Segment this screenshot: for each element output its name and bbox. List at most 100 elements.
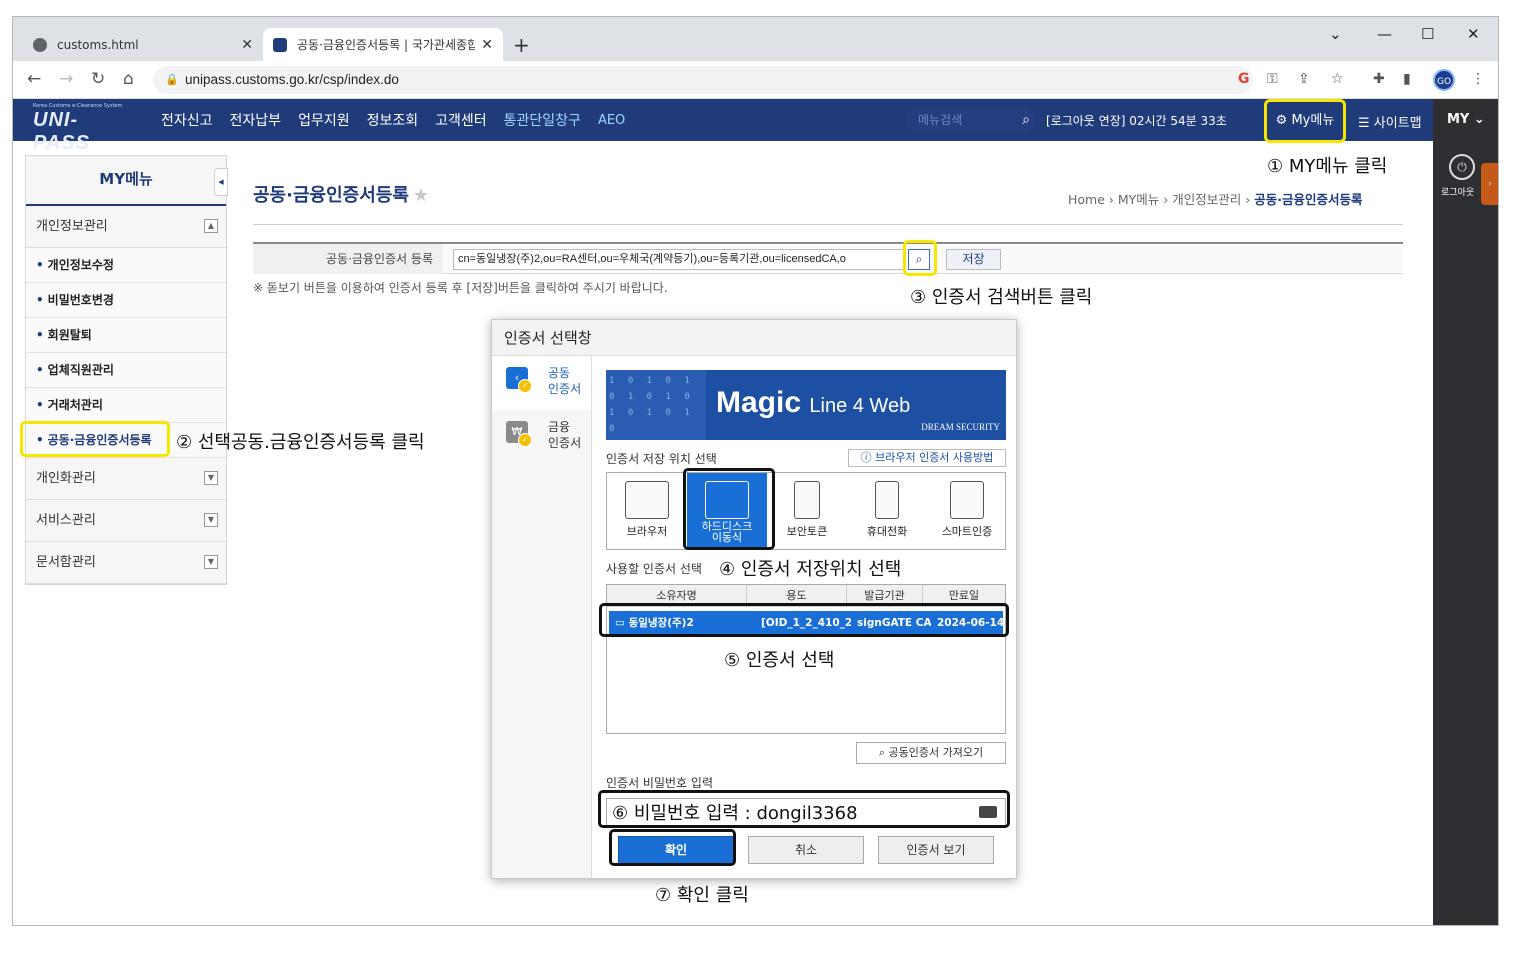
right-rail: MY ⌄ ⏻ 로그아웃 › [1433,99,1498,925]
cert-type-sidebar: ‹ ✓ 공동 인증서 ₩ ✓ 금융 인증서 [492,356,592,878]
search-icon: ⌕ [878,746,886,759]
search-icon[interactable]: ⌕ [1022,108,1030,132]
highlight-cert-row [599,603,1009,637]
smart-cert-icon [950,481,984,519]
loc-phone[interactable]: 휴대전화 [847,473,927,549]
url-field[interactable]: 🔒 unipass.customs.go.kr/csp/index.do [153,66,1253,94]
new-tab-icon[interactable]: + [513,33,530,57]
globe-icon [33,37,47,52]
submenu-item[interactable]: • 업체직원관리 [26,353,226,388]
left-menu-title: MY메뉴 [26,156,226,206]
menu-item[interactable]: 전자납부 [230,110,282,130]
extensions-icon[interactable]: ✚ [1373,71,1385,87]
save-button[interactable]: 저장 [946,249,1001,270]
key-icon[interactable]: ⚿ [1267,71,1278,87]
won-cert-icon: ₩ ✓ [506,421,532,447]
help-icon: ⓘ [860,451,872,464]
star-icon[interactable]: ☆ [1331,71,1344,87]
site-nav: Korea Customs e-Clearance System UNI-PAS… [13,99,1433,154]
main-menu: 전자신고 전자납부 업무지원 정보조회 고객센터 통관단일창구 AEO [161,99,625,141]
menu-item[interactable]: 정보조회 [367,110,419,130]
cert-dn-field[interactable]: cn=동일냉장(주)2,ou=RA센터,ou=우체국(계약등기),ou=등록기관… [453,249,905,270]
sitemap-button[interactable]: ☰ 사이트맵 [1358,112,1422,131]
forward-icon[interactable]: → [59,69,73,89]
cert-list-label: 사용할 인증서 선택 [606,562,702,576]
loc-browser[interactable]: 브라우저 [607,473,687,549]
annotation-1: ① MY메뉴 클릭 [1267,156,1388,177]
menu-item[interactable]: 업무지원 [298,110,350,130]
menu-group[interactable]: 개인화관리 ▼ [26,458,226,500]
import-cert-button[interactable]: ⌕ 공동인증서 가져오기 [856,742,1006,764]
annotation-4: ④ 인증서 저장위치 선택 [719,559,902,580]
annotation-6: ⑥ 비밀번호 입력 : dongil3368 [612,803,858,824]
view-cert-button[interactable]: 인증서 보기 [878,836,994,864]
back-icon[interactable]: ← [27,69,41,89]
password-label: 인증서 비밀번호 입력 [606,776,713,790]
sidepanel-icon[interactable]: ▮ [1403,71,1411,87]
rail-expand-tab[interactable]: › [1481,163,1498,205]
annotation-7: ⑦ 확인 클릭 [655,885,749,906]
submenu-item[interactable]: • 회원탈퇴 [26,318,226,353]
side-financial-cert[interactable]: ₩ ✓ 금융 인증서 [492,410,591,464]
side-joint-cert[interactable]: ‹ ✓ 공동 인증서 [492,356,591,410]
tab-search-icon[interactable]: ⌄ [1329,25,1342,43]
share-icon[interactable]: ⇪ [1298,71,1310,87]
submenu-item[interactable]: • 비밀번호변경 [26,283,226,318]
expand-icon: ▼ [204,471,218,485]
tab-unipass[interactable]: 공동·금융인증서등록 | 국가관세종합정보망 ✕ [263,28,503,61]
annotation-2: ② 선택공동.금융인증서등록 클릭 [176,432,425,453]
location-label: 인증서 저장 위치 선택 [606,452,717,466]
hamburger-icon: ☰ [1358,116,1370,131]
annotation-5: ⑤ 인증서 선택 [724,650,835,671]
logout-label[interactable]: 로그아웃 [1441,185,1474,198]
home-icon[interactable]: ⌂ [123,69,134,89]
logout-timer[interactable]: [로그아웃 연장] 02시간 54분 33초 [1046,112,1227,129]
menu-group-personal[interactable]: 개인정보관리 ▲ [26,206,226,248]
reload-icon[interactable]: ↻ [91,69,105,89]
banner-pattern: 1 0 1 0 1 0 1 0 1 0 1 0 1 0 1 0 [606,370,706,440]
browser-window-icon [625,481,669,519]
menu-group[interactable]: 서비스관리 ▼ [26,500,226,542]
left-menu: MY메뉴 ◀ 개인정보관리 ▲ • 개인정보수정 • 비밀번호변경 • 회원탈퇴 • 업… [25,155,228,585]
power-icon[interactable]: ⏻ [1449,154,1475,180]
close-tab-icon[interactable]: ✕ [481,37,493,53]
expand-icon: ▼ [204,555,218,569]
menu-item[interactable]: AEO [598,113,625,128]
menu-item[interactable]: 고객센터 [435,110,487,130]
tab-customs[interactable]: customs.html ✕ [23,28,263,61]
submenu-item[interactable]: • 거래처관리 [26,388,226,423]
shield-icon [273,37,287,52]
chevron-down-icon: ⌄ [1473,112,1485,127]
menu-search-input[interactable]: 메뉴검색 ⌕ [906,108,1036,132]
page-title: 공동·금융인증서등록 ★ [253,185,430,206]
tab-title: customs.html [57,37,139,52]
mymenu-button[interactable]: ⚙ My메뉴 [1264,99,1346,143]
token-icon [794,481,820,519]
google-icon[interactable]: G [1238,71,1250,87]
collapse-icon[interactable]: ▲ [204,219,218,233]
submenu-item[interactable]: • 개인정보수정 [26,248,226,283]
lock-icon: 🔒 [165,74,179,86]
maximize-icon[interactable]: ☐ [1421,25,1434,43]
phone-icon [875,481,899,519]
unipass-logo[interactable]: Korea Customs e-Clearance System UNI-PAS… [33,103,133,154]
close-tab-icon[interactable]: ✕ [241,37,253,53]
address-bar: ← → ↻ ⌂ 🔒 unipass.customs.go.kr/csp/inde… [13,61,1498,99]
menu-item[interactable]: 전자신고 [161,110,213,130]
notice-text: ※ 돋보기 버튼을 이용하여 인증서 등록 후 [저장]버튼을 클릭하여 주시기… [253,281,668,295]
loc-smart[interactable]: 스마트인증 [927,473,1007,549]
my-button[interactable]: MY ⌄ [1447,112,1485,127]
howto-button[interactable]: ⓘ 브라우저 인증서 사용방법 [848,449,1006,467]
menu-group[interactable]: 문서함관리 ▼ [26,542,226,584]
cancel-button[interactable]: 취소 [748,836,864,864]
minimize-icon[interactable]: — [1377,25,1392,43]
loc-token[interactable]: 보안토큰 [767,473,847,549]
close-window-icon[interactable]: ✕ [1467,25,1480,43]
collapse-arrow-icon[interactable]: ◀ [214,168,228,196]
annotation-3: ③ 인증서 검색버튼 클릭 [910,287,1093,308]
menu-item[interactable]: 통관단일창구 [504,110,581,130]
kebab-menu-icon[interactable]: ⋮ [1471,71,1485,87]
breadcrumb: Home › MY메뉴 › 개인정보관리 › 공동·금융인증서등록 [1068,192,1363,207]
favorite-star-icon[interactable]: ★ [413,185,429,206]
profile-avatar[interactable]: GO [1433,69,1455,91]
